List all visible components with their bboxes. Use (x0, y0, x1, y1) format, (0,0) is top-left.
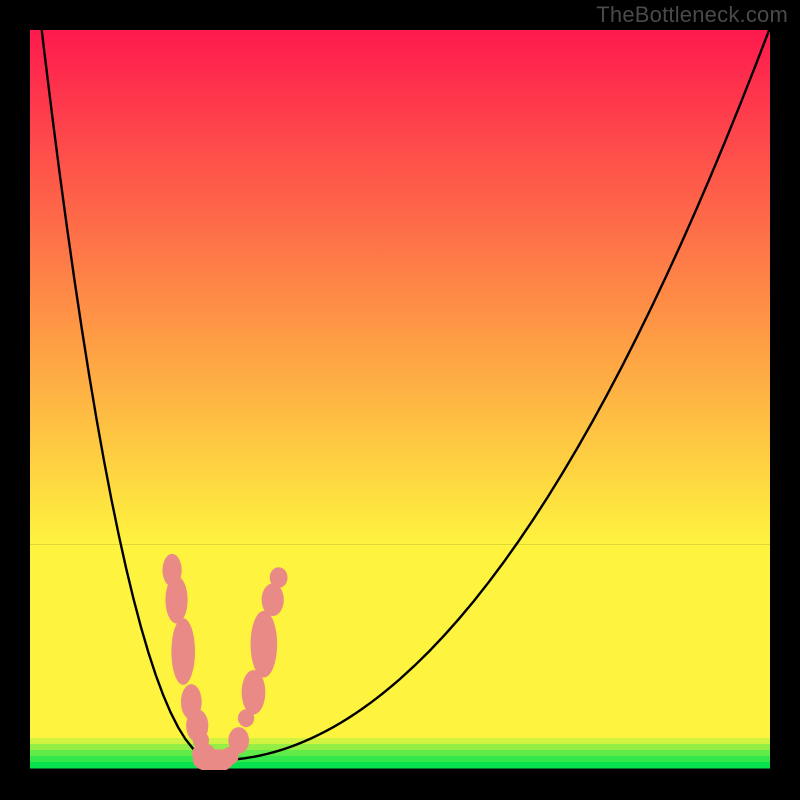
plot-svg (30, 30, 770, 770)
yellow-band (30, 544, 770, 738)
green-band (30, 756, 770, 763)
data-marker (171, 618, 195, 685)
plot-area (30, 30, 770, 770)
green-band (30, 750, 770, 757)
watermark-label: TheBottleneck.com (596, 2, 788, 28)
data-marker (251, 611, 278, 678)
data-marker (270, 567, 288, 588)
green-band (30, 738, 770, 745)
green-band (30, 744, 770, 751)
data-marker (228, 727, 249, 754)
data-marker (165, 576, 187, 623)
green-band (30, 762, 770, 769)
gradient-bg (30, 30, 770, 544)
chart-frame: TheBottleneck.com (0, 0, 800, 800)
data-marker (262, 584, 284, 617)
